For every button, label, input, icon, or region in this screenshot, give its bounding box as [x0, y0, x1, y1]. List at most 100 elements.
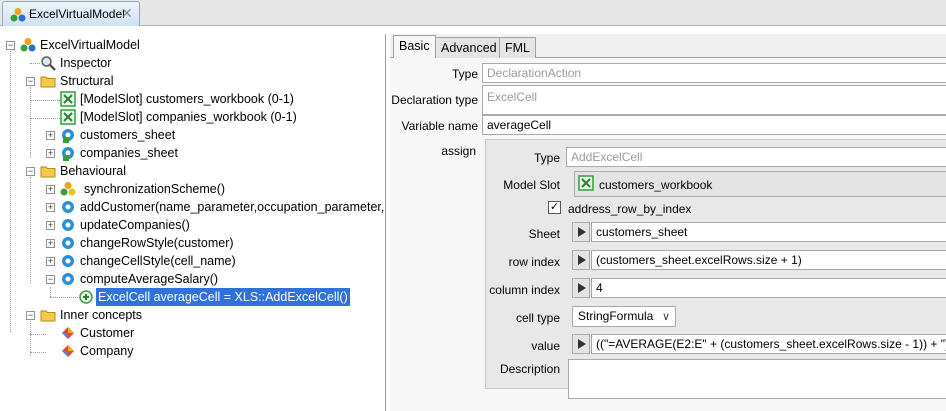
- tree-node-label: changeCellStyle(cell_name): [80, 254, 236, 268]
- model-slot-selector[interactable]: customers_workbook: [574, 171, 946, 197]
- gear-icon: [62, 219, 74, 231]
- variable-name-label: Variable name: [401, 119, 479, 133]
- column-index-play-button[interactable]: [572, 278, 590, 298]
- row-index-label: row index: [508, 255, 560, 269]
- description-textarea[interactable]: [568, 359, 946, 399]
- tree-node-synchronization-scheme[interactable]: synchronizationScheme(): [60, 180, 260, 198]
- tree-node-change-cell-style[interactable]: changeCellStyle(cell_name): [60, 252, 260, 270]
- tree-node-inspector[interactable]: Inspector: [40, 54, 160, 72]
- folder-icon: [40, 166, 56, 178]
- excel-icon: [60, 91, 76, 107]
- tree-node-customers-sheet[interactable]: customers_sheet: [60, 126, 220, 144]
- gear-icon: [62, 273, 74, 285]
- tree-node-inner-concepts[interactable]: Inner concepts: [40, 306, 180, 324]
- variable-name-field[interactable]: averageCell: [482, 115, 946, 135]
- root-collapse-toggle[interactable]: −: [6, 41, 15, 50]
- compute-average-collapse-toggle[interactable]: −: [46, 275, 55, 284]
- sheet-expression-play-button[interactable]: [572, 222, 590, 242]
- tab-excel-virtual-model[interactable]: ExcelVirtualModel ✕: [2, 1, 140, 26]
- tree-node-label: Company: [80, 344, 134, 358]
- model-slot-label: Model Slot: [503, 178, 560, 192]
- tree-node-label: ExcelVirtualModel: [40, 38, 140, 52]
- tree-node-average-cell-action[interactable]: ExcelCell averageCell = XLS::AddExcelCel…: [78, 288, 350, 306]
- tree-node-root[interactable]: ExcelVirtualModel: [20, 36, 220, 54]
- tab-basic[interactable]: Basic: [393, 35, 436, 58]
- tab-advanced[interactable]: Advanced: [435, 37, 503, 58]
- close-icon[interactable]: ✕: [121, 5, 133, 22]
- virtual-model-icon: [20, 38, 36, 52]
- description-label: Description: [499, 362, 560, 376]
- tree-node-label: Structural: [60, 74, 114, 88]
- change-row-style-expand-toggle[interactable]: +: [46, 239, 55, 248]
- tree-node-change-row-style[interactable]: changeRowStyle(customer): [60, 234, 260, 252]
- tree-node-companies-workbook-slot[interactable]: [ModelSlot] companies_workbook (0-1): [60, 108, 320, 126]
- gear-icon: [62, 255, 74, 267]
- tab-fml[interactable]: FML: [499, 37, 536, 58]
- type-label: Type: [451, 67, 478, 81]
- type-field[interactable]: DeclarationAction: [482, 63, 946, 83]
- tree-node-label: Inspector: [60, 56, 112, 70]
- tab-label: ExcelVirtualModel: [29, 7, 125, 21]
- address-row-by-index-label: address_row_by_index: [568, 202, 692, 216]
- add-customer-expand-toggle[interactable]: +: [46, 203, 55, 212]
- tree-node-compute-average-salary[interactable]: computeAverageSalary(): [60, 270, 260, 288]
- tree-node-update-companies[interactable]: updateCompanies(): [60, 216, 260, 234]
- folder-icon: [40, 76, 56, 88]
- concept-icon: [62, 327, 74, 339]
- inner-concepts-collapse-toggle[interactable]: −: [26, 311, 35, 320]
- update-companies-expand-toggle[interactable]: +: [46, 221, 55, 230]
- row-index-field[interactable]: (customers_sheet.excelRows.size + 1): [591, 250, 946, 270]
- model-slot-value: customers_workbook: [599, 178, 713, 192]
- magnifier-icon: [41, 56, 56, 71]
- tree-node-customer[interactable]: Customer: [60, 324, 200, 342]
- tree-node-company[interactable]: Company: [60, 342, 200, 360]
- tree-node-label: updateCompanies(): [80, 218, 190, 232]
- editor-tab-strip: ExcelVirtualModel ✕: [0, 0, 946, 26]
- action-icon: [79, 290, 93, 304]
- cell-type-select[interactable]: StringFormula ∨: [572, 306, 676, 327]
- change-cell-style-expand-toggle[interactable]: +: [46, 257, 55, 266]
- tree-node-customers-workbook-slot[interactable]: [ModelSlot] customers_workbook (0-1): [60, 90, 320, 108]
- row-index-play-button[interactable]: [572, 250, 590, 270]
- assign-editor: Type AddExcelCell Model Slot customers_w…: [485, 139, 946, 399]
- tree-node-structural[interactable]: Structural: [40, 72, 160, 90]
- tree-node-label: ExcelCell averageCell = XLS::AddExcelCel…: [96, 288, 350, 306]
- concept-icon: [62, 345, 74, 357]
- excel-icon: [578, 175, 594, 191]
- sheet-label: Sheet: [528, 227, 560, 241]
- assign-type-label: Type: [533, 151, 560, 165]
- assign-label: assign: [441, 144, 476, 158]
- address-row-by-index-checkbox[interactable]: ✓: [548, 201, 561, 214]
- customers-sheet-expand-toggle[interactable]: +: [46, 131, 55, 140]
- gear-icon: [62, 147, 74, 161]
- tree-node-label: addCustomer(name_parameter,occupation_pa…: [80, 200, 385, 214]
- column-index-field[interactable]: 4: [591, 278, 946, 298]
- column-index-label: column index: [489, 283, 560, 297]
- cell-type-value: StringFormula: [578, 309, 654, 323]
- assign-type-field[interactable]: AddExcelCell: [566, 147, 946, 167]
- tree-node-companies-sheet[interactable]: companies_sheet: [60, 144, 220, 162]
- tree-node-label: Inner concepts: [60, 308, 142, 322]
- model-tree[interactable]: − ExcelVirtualModel Inspector − Structur…: [0, 34, 386, 411]
- basic-properties: Type DeclarationAction Declaration type …: [390, 58, 946, 411]
- tree-node-label: changeRowStyle(customer): [80, 236, 234, 250]
- gear-icon: [62, 201, 74, 213]
- tree-node-label: customers_sheet: [80, 128, 176, 142]
- value-field[interactable]: (("=AVERAGE(E2:E" + (customers_sheet.exc…: [591, 334, 946, 354]
- tree-node-add-customer[interactable]: addCustomer(name_parameter,occupation_pa…: [60, 198, 384, 216]
- folder-icon: [40, 310, 56, 322]
- value-label: value: [531, 339, 560, 353]
- behavioural-collapse-toggle[interactable]: −: [26, 167, 35, 176]
- value-play-button[interactable]: [572, 334, 590, 354]
- sheet-field[interactable]: customers_sheet: [591, 222, 946, 242]
- gear-icon: [62, 237, 74, 249]
- structural-collapse-toggle[interactable]: −: [26, 77, 35, 86]
- tree-node-label: [ModelSlot] customers_workbook (0-1): [80, 92, 294, 106]
- tree-node-label: Behavioural: [60, 164, 127, 178]
- declaration-type-field[interactable]: ExcelCell: [482, 85, 946, 115]
- tree-node-behavioural[interactable]: Behavioural: [40, 162, 160, 180]
- sync-scheme-expand-toggle[interactable]: +: [46, 185, 55, 194]
- virtual-model-icon: [10, 8, 26, 22]
- chevron-down-icon: ∨: [661, 311, 670, 323]
- companies-sheet-expand-toggle[interactable]: +: [46, 149, 55, 158]
